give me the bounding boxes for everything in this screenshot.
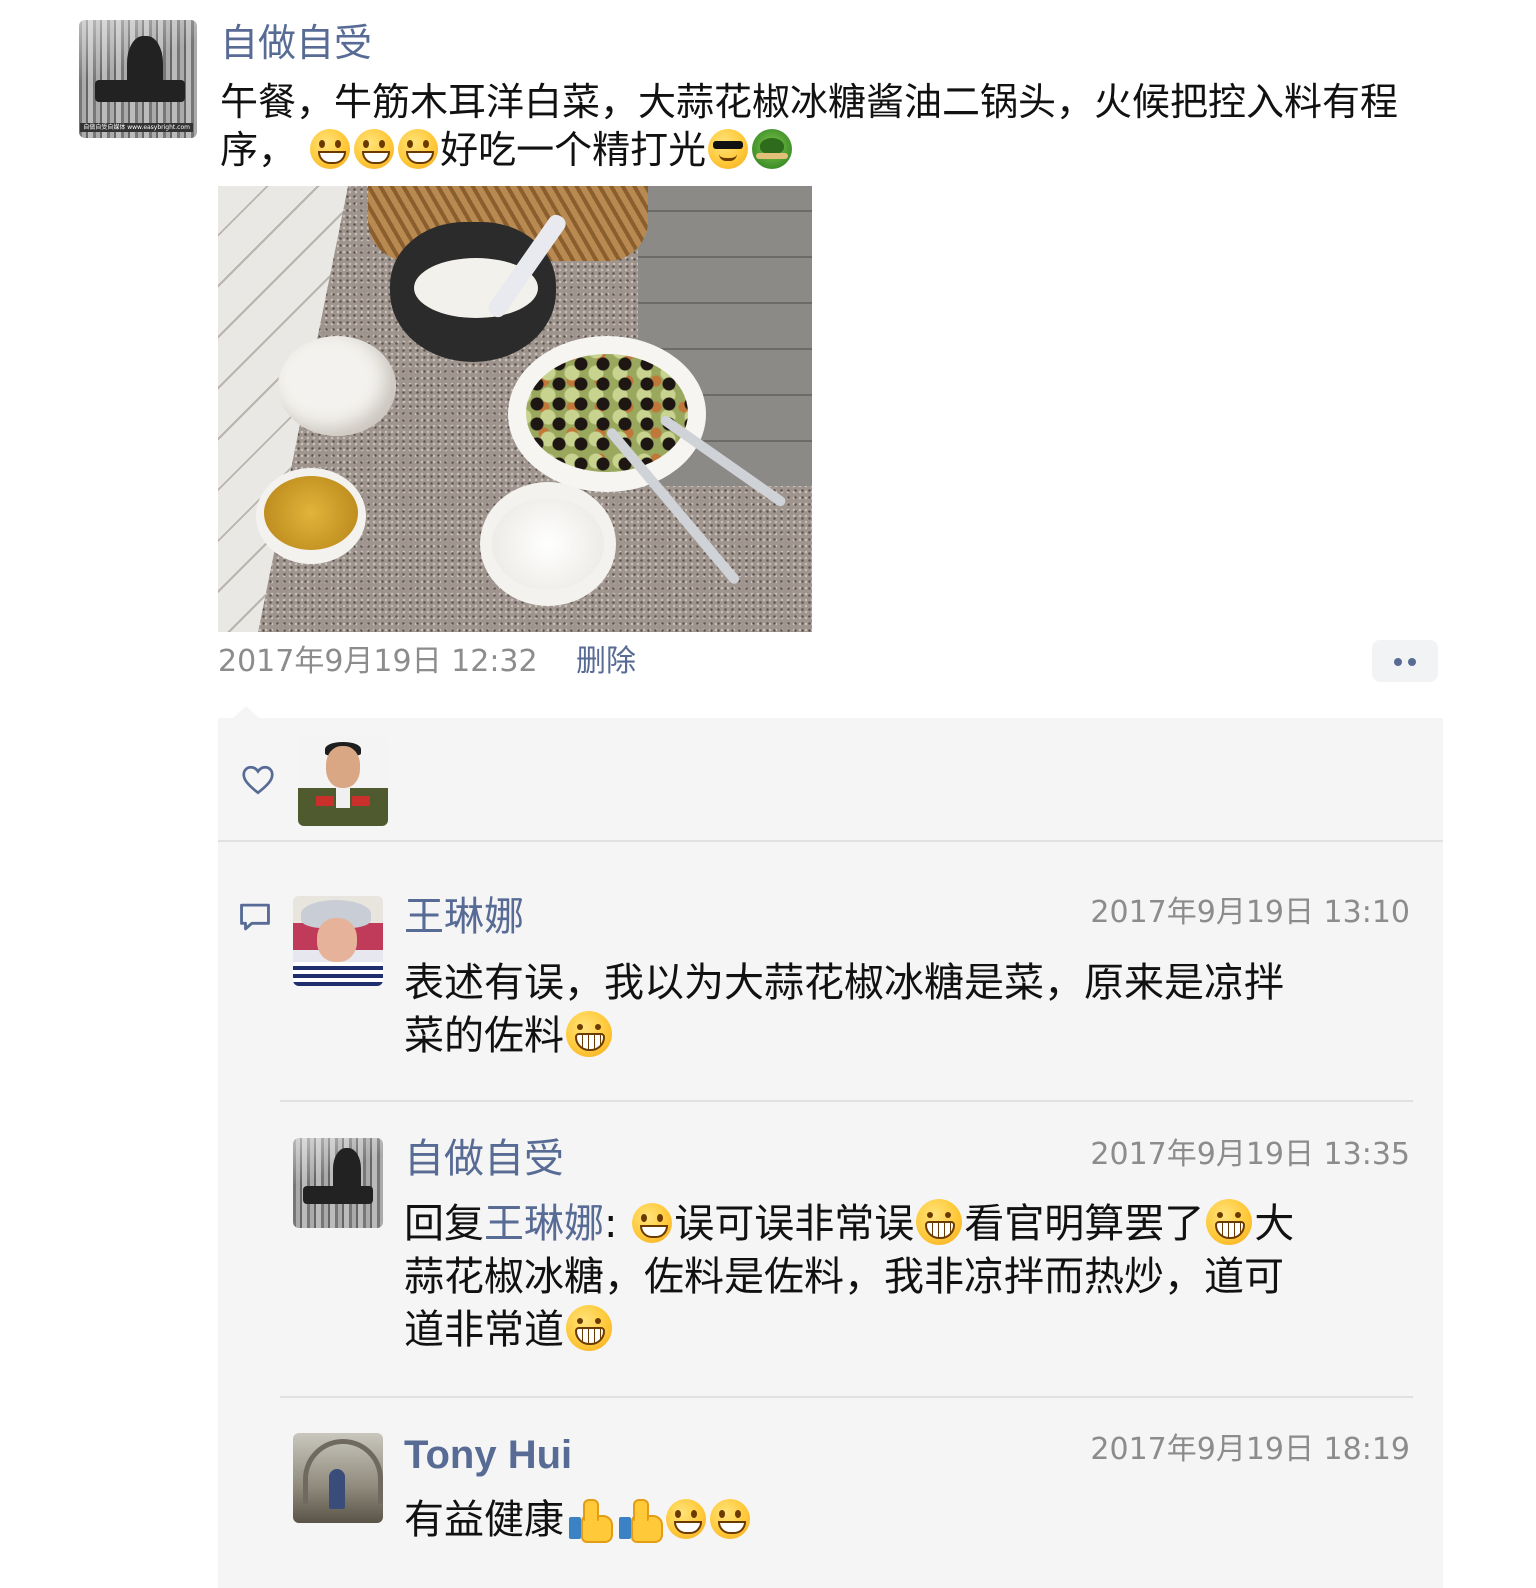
heart-icon bbox=[242, 765, 274, 795]
grin-teeth-emoji bbox=[1206, 1199, 1253, 1245]
grin-emoji bbox=[666, 1499, 706, 1539]
more-options-button[interactable] bbox=[1372, 640, 1438, 682]
reply-target-link[interactable]: 王琳娜 bbox=[484, 1201, 604, 1247]
comment-bubble-icon bbox=[240, 903, 270, 931]
post-text-tail: 好吃一个精打光 bbox=[440, 128, 707, 172]
post-author-avatar[interactable]: 自做自受自媒体 www.easybright.com bbox=[79, 20, 197, 138]
grin-emoji bbox=[710, 1499, 750, 1539]
post-photo[interactable] bbox=[218, 186, 812, 632]
commenter-avatar[interactable] bbox=[293, 1138, 383, 1228]
likes-divider bbox=[218, 840, 1443, 842]
comment-divider bbox=[280, 1100, 1413, 1102]
comment-divider bbox=[280, 1396, 1413, 1398]
tea-cup bbox=[264, 476, 358, 550]
grin-emoji bbox=[398, 129, 439, 169]
turtle-emoji bbox=[752, 129, 793, 169]
liker-avatar[interactable] bbox=[298, 736, 388, 826]
comment-author[interactable]: Tony Hui bbox=[404, 1430, 572, 1480]
comment-timestamp: 2017年9月19日 13:10 bbox=[1090, 895, 1410, 930]
dish-plate bbox=[526, 354, 688, 472]
grin-teeth-emoji bbox=[566, 1305, 612, 1351]
teapot bbox=[278, 336, 396, 436]
post-timestamp: 2017年9月19日 12:32 bbox=[218, 644, 538, 679]
grin-emoji bbox=[632, 1203, 673, 1243]
commenter-avatar[interactable] bbox=[293, 896, 383, 986]
post-text: 午餐，牛筋木耳洋白菜，大蒜花椒冰糖酱油二锅头，火候把控入料有程序， 好吃一个精打… bbox=[220, 78, 1450, 174]
comment-timestamp: 2017年9月19日 18:19 bbox=[1090, 1432, 1410, 1467]
more-dots-icon bbox=[1394, 658, 1402, 666]
grin-teeth-emoji bbox=[916, 1199, 963, 1245]
comment-author[interactable]: 王琳娜 bbox=[404, 892, 524, 942]
thumbs-up-emoji bbox=[567, 1499, 613, 1543]
avatar-watermark: 自做自受自媒体 www.easybright.com bbox=[80, 123, 193, 132]
thumbs-up-emoji bbox=[617, 1499, 663, 1543]
delete-link[interactable]: 删除 bbox=[576, 644, 636, 680]
rice-bowl bbox=[492, 498, 604, 590]
sunglasses-emoji bbox=[708, 129, 749, 169]
commenter-avatar[interactable] bbox=[293, 1433, 383, 1523]
comment-author[interactable]: 自做自受 bbox=[404, 1134, 564, 1184]
grin-emoji bbox=[310, 129, 351, 169]
comment-text: 回复王琳娜: 误可误非常误 看官明算罢了大 蒜花椒冰糖，佐料是佐料，我非凉拌而热炒… bbox=[404, 1199, 1295, 1353]
grin-emoji bbox=[354, 129, 395, 169]
comment-text: 有益健康 bbox=[404, 1494, 1404, 1547]
grin-teeth-emoji bbox=[566, 1011, 612, 1057]
comment-text: 表述有误，我以为大蒜花椒冰糖是菜，原来是凉拌 菜的佐料 bbox=[404, 960, 1284, 1059]
post-text-main: 午餐，牛筋木耳洋白菜，大蒜花椒冰糖酱油二锅头，火候把控入料有程序， bbox=[220, 80, 1399, 172]
post-author-name[interactable]: 自做自受 bbox=[220, 18, 372, 68]
comment-timestamp: 2017年9月19日 13:35 bbox=[1090, 1137, 1410, 1172]
